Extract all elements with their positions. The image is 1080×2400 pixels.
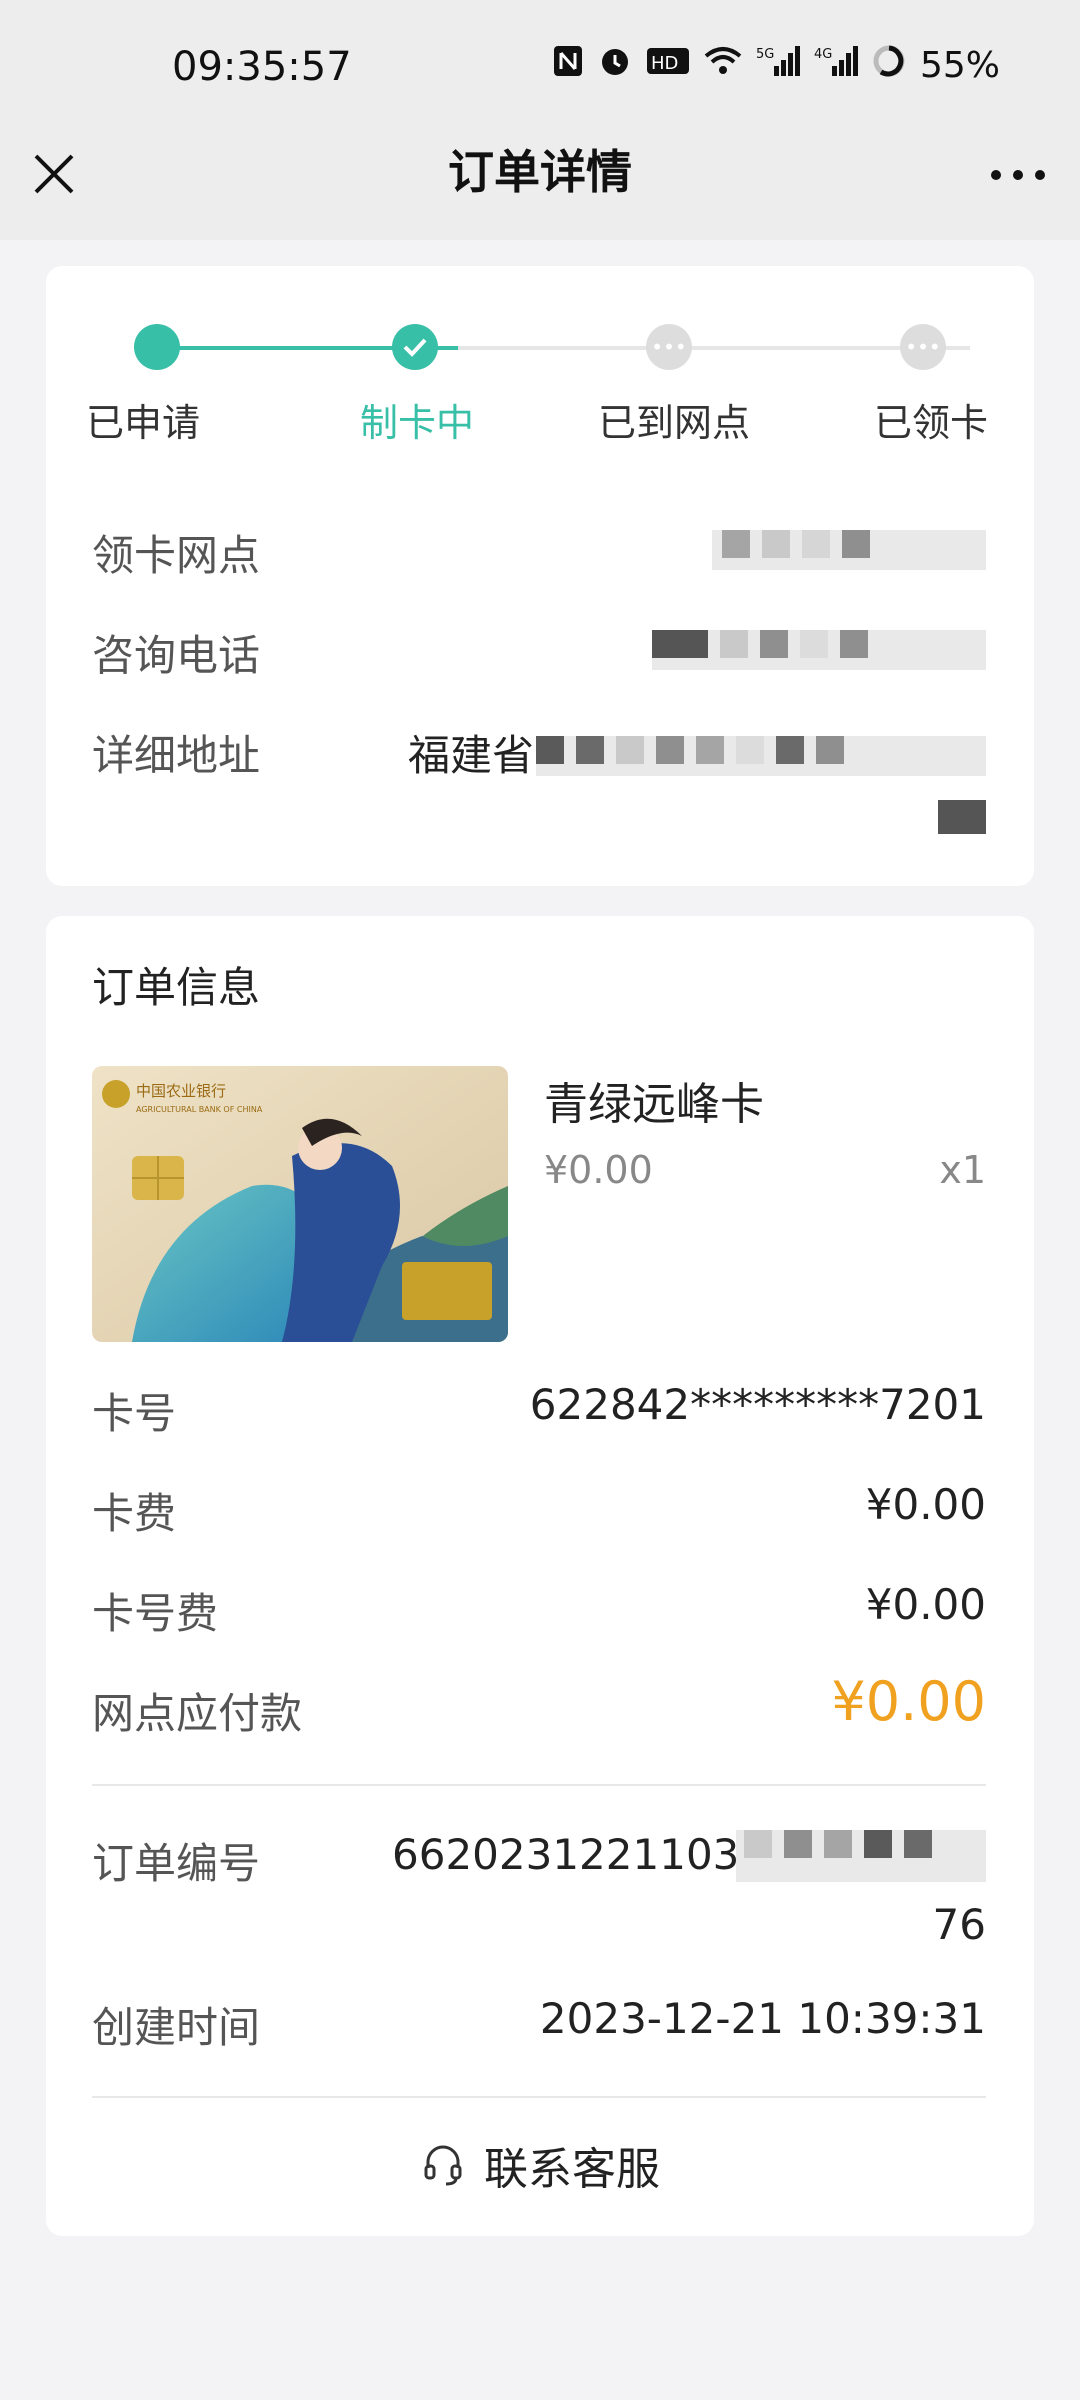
- address-value: 福建省: [408, 731, 535, 780]
- redacted-address-2: [938, 800, 986, 834]
- address-label: 详细地址: [92, 731, 261, 780]
- redacted-order-no: [736, 1830, 986, 1882]
- order-no-label: 订单编号: [92, 1839, 261, 1888]
- more-icon[interactable]: [986, 155, 1050, 195]
- check-icon: [403, 338, 427, 357]
- nfc-icon: [552, 44, 584, 87]
- card-image: 中国农业银行 AGRICULTURAL BANK OF CHINA: [92, 1066, 508, 1342]
- signal-5g-icon: 5G: [756, 44, 800, 87]
- card-bank-name: 中国农业银行: [136, 1082, 226, 1100]
- step-label-received: 已领卡: [874, 401, 989, 445]
- step-label-arrived: 已到网点: [598, 401, 751, 445]
- branch-label: 领卡网点: [92, 531, 261, 580]
- signal-4g-icon: 4G: [814, 44, 858, 87]
- order-no-value: 66202312211039: [392, 1830, 767, 1879]
- phone-label: 咨询电话: [92, 631, 261, 680]
- step-dot-received: •••: [900, 324, 946, 370]
- page-title: 订单详情: [448, 145, 632, 199]
- product-name: 青绿远峰卡: [544, 1079, 764, 1130]
- headset-icon: [424, 2145, 462, 2186]
- wifi-icon: [704, 44, 742, 87]
- divider-2: [92, 2096, 986, 2098]
- network-4g-label: 4G: [814, 47, 832, 62]
- step-dot-arrived: •••: [646, 324, 692, 370]
- card-number-value: 622842*********7201: [529, 1380, 986, 1429]
- order-no-tail: 76: [932, 1900, 986, 1949]
- step-label-making: 制卡中: [360, 401, 475, 445]
- battery-icon: [872, 44, 906, 87]
- status-time: 09:35:57: [172, 44, 352, 90]
- svg-text:HD: HD: [651, 53, 678, 74]
- number-fee-label: 卡号费: [92, 1589, 219, 1638]
- battery-percent: 55%: [919, 45, 1000, 86]
- card-fee-value: ¥0.00: [865, 1480, 986, 1529]
- contact-service-label: 联系客服: [484, 2144, 660, 2195]
- payable-value: ¥0.00: [831, 1670, 986, 1733]
- network-5g-label: 5G: [756, 47, 774, 62]
- alarm-icon: [598, 44, 632, 87]
- created-value: 2023-12-21 10:39:31: [539, 1994, 986, 2043]
- payable-label: 网点应付款: [92, 1689, 303, 1738]
- order-card: 订单信息 中国农业银行 AGRICULTURAL BANK OF CHINA 青…: [46, 916, 1034, 2236]
- redacted-phone: [652, 630, 986, 670]
- card-number-label: 卡号: [92, 1389, 177, 1438]
- progress-card: ••• ••• 已申请 制卡中 已到网点 已领卡 领卡网点 咨询电话 详细地址 …: [46, 266, 1034, 886]
- progress-line-todo: [458, 346, 970, 350]
- contact-service-button[interactable]: 联系客服: [46, 2128, 1034, 2202]
- status-icons: HD 5G 4G 55%: [552, 44, 1000, 87]
- section-title: 订单信息: [92, 963, 261, 1012]
- step-dot-making: [392, 324, 438, 370]
- step-label-applied: 已申请: [86, 401, 201, 445]
- hd-icon: HD: [646, 44, 690, 87]
- step-dot-applied: [134, 324, 180, 370]
- redacted-address: [536, 736, 986, 776]
- number-fee-value: ¥0.00: [865, 1580, 986, 1629]
- created-label: 创建时间: [92, 2003, 261, 2052]
- card-fee-label: 卡费: [92, 1489, 177, 1538]
- divider: [92, 1784, 986, 1786]
- svg-text:AGRICULTURAL BANK OF CHINA: AGRICULTURAL BANK OF CHINA: [136, 1105, 263, 1114]
- redacted-branch: [712, 530, 986, 570]
- product-qty: x1: [939, 1148, 986, 1192]
- product-price: ¥0.00: [544, 1148, 653, 1192]
